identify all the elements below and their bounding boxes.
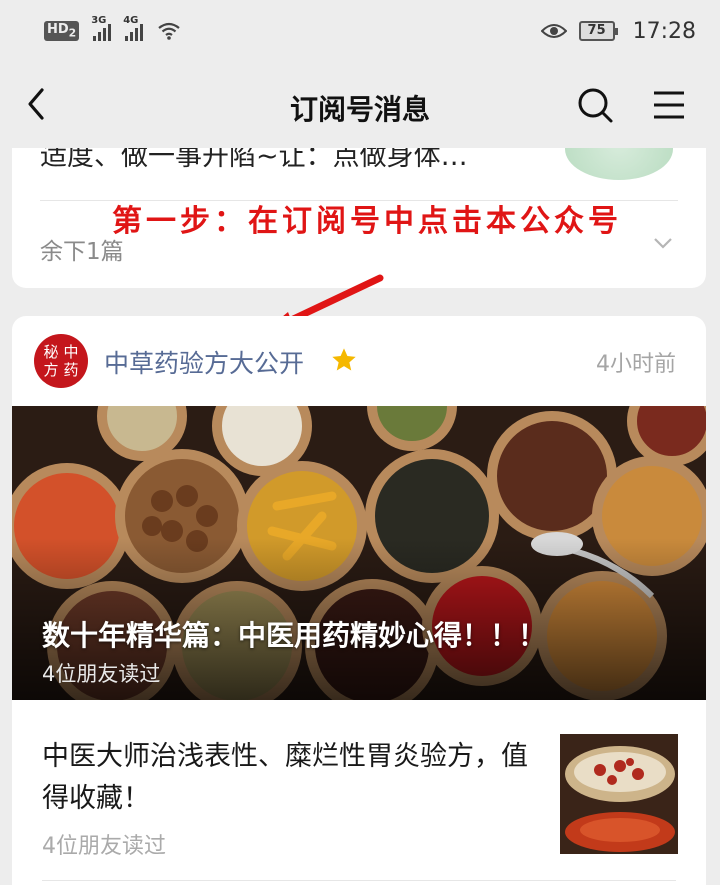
menu-icon[interactable]: [652, 88, 686, 122]
status-left: HD2 3G 4G: [44, 15, 181, 41]
cover-article-title[interactable]: 数十年精华篇：中医用药精妙心得！！！: [42, 614, 546, 654]
status-bar: HD2 3G 4G 75 17:28: [0, 0, 720, 62]
logo-char: 中: [63, 343, 79, 361]
herbs-basket-image: [560, 734, 678, 854]
signal-4g-label: 4G: [123, 15, 139, 26]
search-icon[interactable]: [576, 86, 614, 124]
spices-cover-image: [12, 406, 706, 700]
star-icon: [332, 348, 356, 371]
logo-char: 药: [63, 361, 79, 379]
hd-sub: 2: [68, 26, 77, 40]
status-right: 75 17:28: [540, 18, 696, 44]
message-card-account: 秘 中 方 药 中草药验方大公开 4小时前 数十年精华篇：中医用药精妙心得！！！…: [12, 316, 706, 885]
divider: [42, 880, 676, 881]
logo-char: 秘: [43, 343, 59, 361]
eye-comfort-icon: [540, 24, 567, 38]
chevron-down-icon[interactable]: [652, 232, 674, 254]
article-thumbnail[interactable]: [560, 734, 678, 854]
battery-indicator: 75: [578, 21, 618, 41]
article-reads: 4位朋友读过: [42, 834, 166, 859]
cover-article-reads: 4位朋友读过: [42, 662, 161, 686]
wifi-icon: [158, 22, 180, 40]
logo-char: 方: [43, 361, 59, 379]
previous-article-title[interactable]: 适度、做一事开陷~让：点做身体…: [40, 148, 468, 173]
signal-3g-icon: 3G: [91, 15, 112, 41]
timestamp: 4小时前: [596, 352, 676, 377]
signal-3g-label: 3G: [91, 15, 107, 26]
article-title[interactable]: 中医大师治浅表性、糜烂性胃炎验方，值得收藏！: [42, 736, 542, 820]
cover-article[interactable]: 数十年精华篇：中医用药精妙心得！！！ 4位朋友读过: [12, 406, 706, 700]
tutorial-annotation: 第一步：在订阅号中点击本公众号: [112, 204, 622, 239]
signal-4g-icon: 4G: [123, 15, 144, 41]
nav-bar: 订阅号消息: [0, 62, 720, 148]
previous-article-thumbnail[interactable]: [565, 148, 673, 180]
account-name[interactable]: 中草药验方大公开: [104, 344, 304, 380]
hd-label: HD: [47, 22, 69, 38]
hd-indicator: HD2: [44, 21, 80, 41]
account-avatar[interactable]: 秘 中 方 药: [34, 334, 88, 388]
clock: 17:28: [632, 18, 696, 44]
